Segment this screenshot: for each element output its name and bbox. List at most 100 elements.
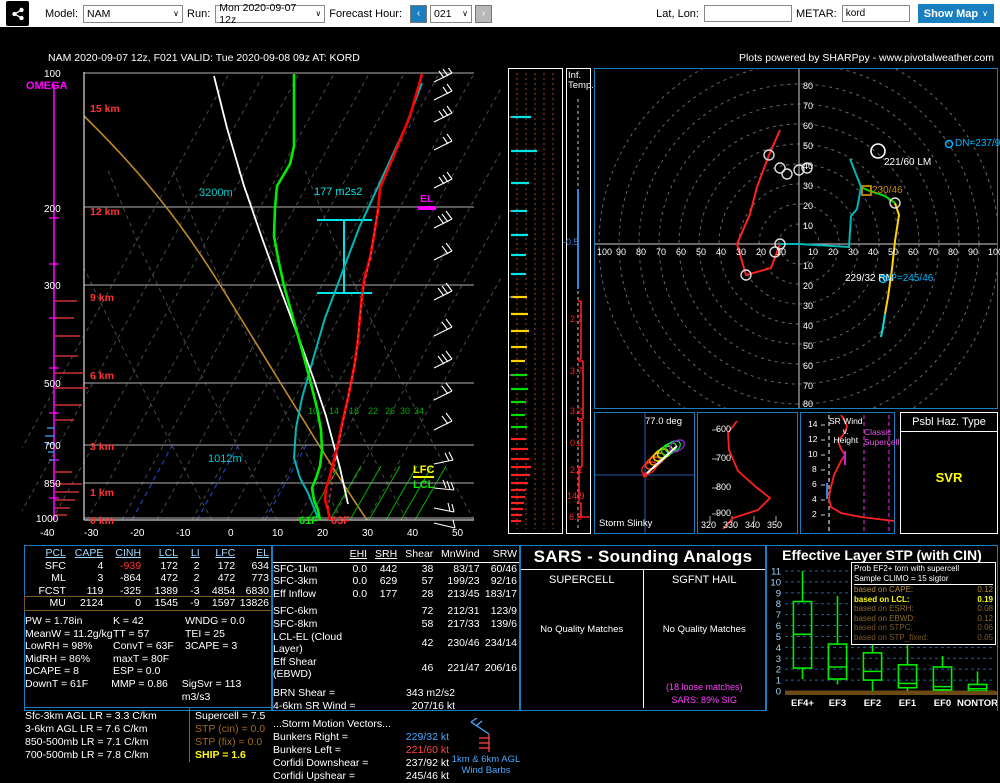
k-effinflow-shear: 28 [421,587,434,600]
stp-legend-stpc-label: based on STPC: [854,623,913,633]
k-sfc3km-mnwind: 199/23 [447,575,480,588]
stp-ytick-3: 3 [776,654,781,665]
misc-k: K = 42 [113,614,144,627]
parcel-sfc-lfc: 172 [217,559,236,572]
k-sfc3km-ehi: 0.0 [352,575,368,588]
temp-tick-50: 50 [452,528,464,539]
table-row[interactable]: FCST 119 -325 1389 -3 4854 6830 [25,585,271,598]
chevron-down-icon: ∨ [315,9,322,18]
k-sfc6km-shear: 72 [421,605,434,618]
hodo-xlabel-right-20: 20 [828,247,839,257]
hodo-ylabel-bot-20: 20 [803,281,814,291]
thermo-misc-block: PW = 1.78in K = 42 WNDG = 0.0 MeanW = 11.2… [25,615,271,703]
sars-hail-title: SGFNT HAIL [671,574,737,586]
table-row[interactable]: MU 2124 0 1545 -9 1597 13826 [24,596,272,611]
sars-panel: SARS - Sounding Analogs SUPERCELL No Qua… [520,545,766,711]
stp-category-EF4+: EF4+ [791,698,814,709]
srwind-annotation: Classic Supercell [864,427,900,447]
run-select[interactable]: Mon 2020-09-07 12z ∨ [215,1,326,26]
misc-esp: ESP = 0.0 [113,665,161,678]
index-ship: SHIP = 1.6 [195,749,246,762]
srwind-height-panel[interactable]: 14 12 10 8 6 4 2 SR Wind v. Height Classic… [800,412,899,534]
parcel-ml-lcl: 472 [160,572,178,585]
k-lclel-label: LCL-EL (Cloud Layer) [273,630,343,656]
kh-blank [273,548,344,561]
th-lfc: LFC [215,547,236,559]
run-select-value: Mon 2020-09-07 12z [219,1,297,26]
lapse-sfc3km: Sfc-3km AGL LR = 3.3 C/km [25,710,157,723]
hodo-xlabel-left-100: 100 [597,247,613,257]
srwind-tick-2: 2 [812,509,817,519]
table-row: LCL-EL (Cloud Layer) 42 230/46 234/14 [273,631,519,656]
forecast-hour-select[interactable]: 021 ∨ [430,4,473,23]
srwind-tick-10: 10 [808,449,818,459]
k-sfc1km-srw: 60/46 [490,562,517,575]
forecast-hour-next-button[interactable]: › [475,4,493,23]
kh-srh: SRH [375,548,398,560]
thetae-pressure-700: 700 [716,453,732,463]
inf-temp-value-4: 0.2 [570,438,583,448]
height-label-1km: 1 km [90,487,114,499]
pressure-tick-850: 850 [44,479,61,490]
eff-layer-top-label: 3200m [199,187,233,199]
stp-chart-title: Effective Layer STP (with CIN) [782,547,982,563]
chevron-down-icon: ∨ [462,9,469,18]
sars-title: SARS - Sounding Analogs [533,547,753,566]
k-effinflow-label: Eff Inflow [273,587,316,600]
hodo-ylabel-top-40: 40 [803,161,814,171]
stp-ytick-9: 9 [776,588,781,599]
forecast-hour-prev-button[interactable]: ‹ [410,4,428,23]
corfidi-down-label: Corfidi Downshear = [273,756,369,769]
stp-chart-panel: Effective Layer STP (with CIN) 012345678… [766,545,998,711]
hodo-ylabel-bot-30: 30 [803,301,814,311]
hodo-xlabel-left-40: 40 [716,247,727,257]
share-icon[interactable] [6,1,29,26]
show-map-button[interactable]: Show Map ∨ [917,4,994,23]
k-effinflow-srh: 177 [379,587,398,600]
latlon-label: Lat, Lon: [656,7,699,20]
run-label: Run: [187,7,211,20]
storm-slinky-panel[interactable]: 77.0 deg Storm Slinky [594,412,695,534]
k-effinflow-ehi: 0.0 [352,587,368,600]
bunkers-left-value: 221/60 kt [405,743,449,756]
omega-label: OMEGA [26,80,68,92]
metar-input[interactable]: kord [841,5,910,22]
k-sfc8km-srw: 139/6 [490,617,517,630]
parcel-fcst-li: -3 [190,584,200,597]
temp-tick-10: 10 [272,528,284,539]
bunkers-right-value: 229/32 kt [405,730,449,743]
thetae-value-350: 350 [767,520,783,530]
hodo-xlabel-right-70: 70 [928,247,939,257]
inf-temp-value-1: 2.7 [570,314,583,324]
inf-temp-value-3: 3.2 [570,406,583,416]
hodo-xlabel-left-10: 10 [776,247,787,257]
latlon-input[interactable] [704,5,792,22]
skewt-panel[interactable]: EL 100 200 300 500 700 850 1000 OMEGA 15… [22,68,502,534]
model-select[interactable]: NAM ∨ [83,4,184,23]
temp-tick--40: -40 [40,528,55,539]
srwind-tick-6: 6 [812,479,817,489]
thetae-pressure-600: 600 [716,424,732,434]
inferred-temp-panel: Inf. Temp. -0.5 2.7 3.7 3.2 0.2 2.1 14.9 … [563,68,594,534]
hodo-ylabel-bot-70: 70 [803,381,814,391]
k-sfc8km-shear: 58 [421,617,434,630]
table-row[interactable]: SFC 4 -939 172 2 172 634 [25,560,271,573]
k-ebwd-shear: 46 [421,662,434,675]
hodograph-panel[interactable]: 100 90 80 70 60 50 40 30 20 10 10 20 30 … [594,43,1000,445]
eff-srh-label: 177 m2s2 [314,186,363,198]
stp-legend-stpfixed-value: 0.05 [977,632,993,642]
table-row[interactable]: ML 3 -864 472 2 472 773 [25,572,271,585]
k-sfc3km-shear: 57 [421,575,434,588]
kh-srw: SRW [492,548,517,560]
hodo-xlabel-right-80: 80 [948,247,959,257]
hodo-xlabel-left-80: 80 [636,247,647,257]
table-row: SFC-1km 0.0 442 38 83/17 60/46 [273,562,519,575]
stp-legend-cape-value: 0.12 [977,585,993,594]
index-stp-cin: STP (cin) = 0.0 [195,723,266,736]
lfc-label: LFC [413,464,435,478]
thetae-profile-panel[interactable]: 600 700 800 900 320 330 340 350 [697,412,798,534]
surface-temperature-label: 63F [331,515,350,527]
brn-shear-value: 343 m2/s2 [405,686,455,699]
parcel-sfc-cape: 4 [97,559,104,572]
hodo-ylabel-top-20: 20 [803,201,814,211]
